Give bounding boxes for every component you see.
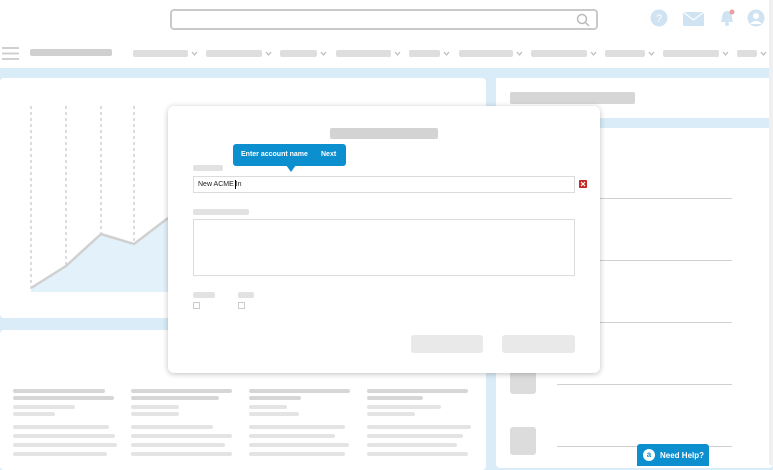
text-caret [235, 180, 236, 189]
save-button[interactable] [502, 335, 575, 353]
nav-item[interactable] [409, 49, 450, 57]
list-item [13, 412, 55, 416]
chevron-down-icon [760, 51, 767, 56]
checkbox[interactable] [193, 302, 200, 309]
dialog-title [330, 128, 438, 139]
list-item [249, 405, 287, 409]
panel-title [510, 92, 635, 104]
list-item [367, 443, 457, 447]
avatar-icon[interactable] [747, 9, 765, 27]
need-help-button[interactable]: a Need Help? [637, 444, 709, 466]
list-item [131, 425, 213, 429]
list-item [131, 434, 232, 438]
column-heading [367, 396, 423, 400]
svg-text:?: ? [656, 13, 662, 25]
help-icon[interactable]: ? [650, 9, 668, 27]
thumbnail [510, 427, 536, 455]
nav-item[interactable] [280, 49, 327, 57]
chevron-down-icon [394, 51, 401, 56]
chevron-down-icon [265, 51, 272, 56]
list-item [367, 405, 441, 409]
column-heading [249, 396, 301, 400]
bell-icon[interactable] [718, 9, 736, 27]
checkbox[interactable] [238, 302, 245, 309]
tooltip-next-button[interactable]: Next [321, 151, 336, 158]
list-item [13, 405, 75, 409]
description-label [193, 209, 249, 215]
list-item [13, 425, 109, 429]
nav-item[interactable] [206, 49, 272, 57]
checkbox-label [193, 292, 215, 298]
tooltip-arrow [286, 165, 296, 172]
column-heading [367, 389, 468, 393]
chevron-down-icon [590, 51, 597, 56]
description-input[interactable] [193, 219, 575, 276]
nav-item[interactable] [336, 49, 401, 57]
list-item [13, 443, 117, 447]
chat-help-icon: a [643, 449, 655, 461]
list-item [367, 412, 415, 416]
list-item [131, 405, 179, 409]
chevron-down-icon [443, 51, 450, 56]
nav-item[interactable] [663, 49, 729, 57]
column-heading [131, 389, 232, 393]
account-name-input[interactable]: New ACME In [193, 176, 575, 193]
account-name-label [193, 165, 223, 171]
list-item [131, 443, 225, 447]
nav-item[interactable] [459, 49, 523, 57]
tooltip-text: Enter account name [241, 151, 308, 158]
app-name [30, 49, 112, 56]
list-item [367, 434, 463, 438]
chevron-down-icon [191, 51, 198, 56]
list-item [249, 425, 345, 429]
nav-bar [0, 38, 773, 68]
list-item [249, 434, 335, 438]
list-item [367, 425, 471, 429]
close-icon[interactable] [579, 180, 587, 188]
menu-icon[interactable] [2, 47, 19, 60]
column-heading [131, 396, 219, 400]
column-heading [249, 389, 350, 393]
divider [557, 384, 732, 385]
top-bar: ? [0, 0, 773, 38]
list-item [13, 434, 115, 438]
need-help-label: Need Help? [660, 451, 705, 460]
nav-item[interactable] [605, 49, 655, 57]
chevron-down-icon [516, 51, 523, 56]
page-scrollbar[interactable] [769, 0, 773, 465]
list-item [249, 443, 349, 447]
chevron-down-icon [320, 51, 327, 56]
list-item [249, 452, 345, 456]
column-heading [13, 396, 114, 400]
list-item [131, 452, 232, 456]
list-item [13, 452, 107, 456]
global-search-input[interactable] [170, 9, 598, 30]
list-item [367, 452, 468, 456]
nav-item[interactable] [133, 49, 198, 57]
chevron-down-icon [722, 51, 729, 56]
list-item [131, 412, 179, 416]
search-icon[interactable] [576, 13, 590, 27]
nav-item[interactable] [737, 49, 767, 57]
mail-icon[interactable] [683, 12, 704, 26]
list-item [249, 412, 299, 416]
checkbox-label [238, 292, 254, 298]
guide-tooltip: Enter account name Next [233, 144, 346, 172]
chevron-down-icon [648, 51, 655, 56]
cancel-button[interactable] [411, 335, 483, 353]
column-heading [13, 389, 105, 393]
nav-item[interactable] [531, 49, 597, 57]
